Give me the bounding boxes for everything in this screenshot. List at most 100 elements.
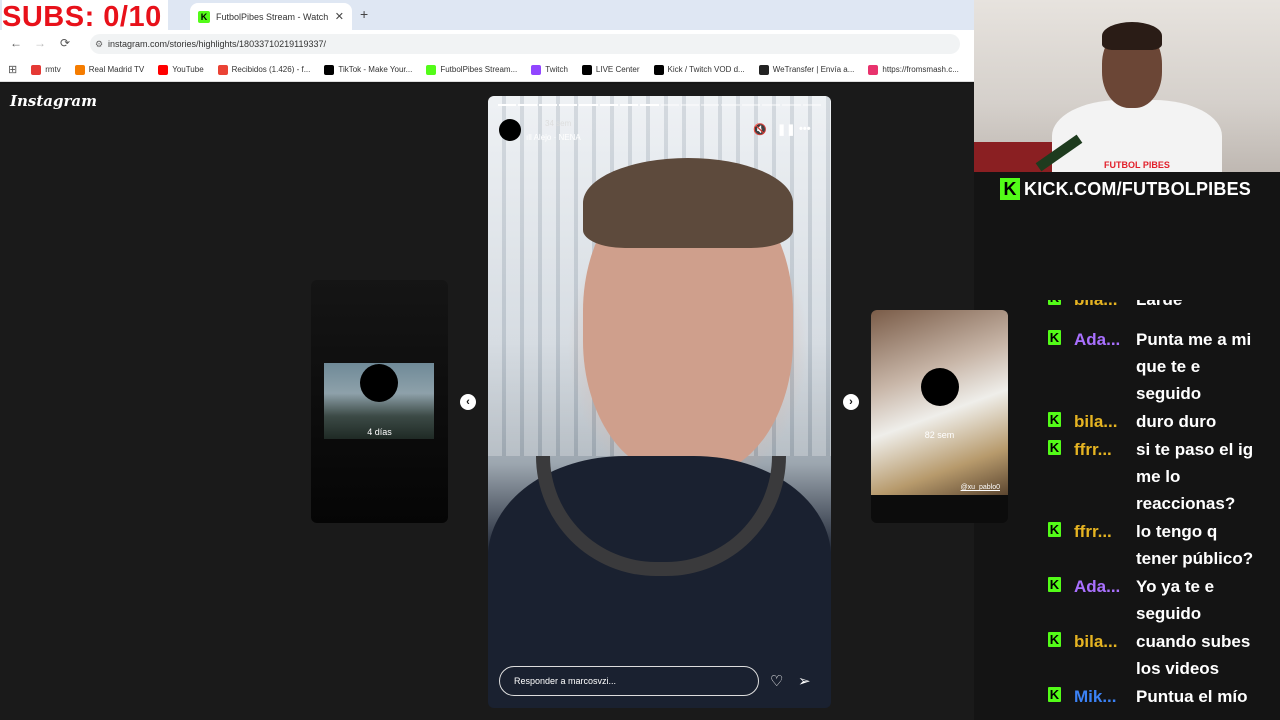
subs-counter: SUBS: 0/10: [2, 0, 168, 34]
browser-window: K FutbolPibes Stream - Watch Live ✕ + ← …: [0, 0, 1008, 720]
back-button[interactable]: ←: [10, 36, 22, 50]
bookmark-favicon-icon: [426, 64, 437, 75]
story-progress-segment: [701, 104, 720, 106]
next-story-age: 82 sem: [924, 430, 955, 440]
chat-text-line: si te paso el ig: [1136, 440, 1254, 459]
bookmark-favicon-icon: [581, 64, 592, 75]
kick-favicon-icon: K: [198, 10, 210, 23]
music-bars-icon: ıll: [526, 133, 534, 142]
bookmark-favicon-icon: [868, 64, 879, 75]
bookmark-item[interactable]: Real Madrid TV: [74, 64, 145, 75]
chat-username[interactable]: bila...: [1074, 300, 1117, 313]
chat-text-line: seguido: [1136, 384, 1202, 403]
story-progress-segment: [558, 104, 578, 106]
bookmark-label: Real Madrid TV: [88, 65, 145, 74]
chat-username[interactable]: bila...: [1074, 408, 1117, 435]
url-field[interactable]: ⚙ instagram.com/stories/highlights/18033…: [90, 34, 960, 54]
bookmarks-bar: ⊞ rmtv Real Madrid TV YouTube Recibidos (1.…: [0, 58, 974, 82]
bookmark-label: LIVE Center: [595, 65, 640, 74]
bookmark-item[interactable]: https://fromsmash.c...: [868, 64, 959, 75]
kick-badge-icon: K: [1048, 440, 1061, 455]
kick-badge-icon: K: [1048, 632, 1061, 647]
next-story-preview[interactable]: 82 sem @xu_pablo0: [871, 310, 1008, 523]
bookmark-favicon-icon: [324, 64, 335, 75]
reply-input[interactable]: Responder a marcosvzi...: [499, 666, 759, 696]
story-viewer: 34 sem ıll Alejo · NENA 🔇 ❚❚ ••• Respond…: [488, 96, 831, 708]
story-progress-segment: [741, 104, 761, 106]
bookmark-item[interactable]: TikTok - Make Your...: [324, 64, 412, 75]
story-progress-segment: [660, 104, 679, 106]
tab-title: FutbolPibes Stream - Watch Live: [216, 11, 329, 22]
next-story-button[interactable]: ›: [843, 394, 859, 410]
chat-text-line: seguido: [1136, 604, 1202, 623]
chat-text-line: cuando subes: [1136, 632, 1251, 651]
chat-text: Larde: [1136, 300, 1276, 313]
story-progress-segment: [721, 104, 740, 106]
story-progress-segment: [579, 104, 598, 106]
apps-grid-icon[interactable]: ⊞: [8, 63, 17, 76]
bookmark-favicon-icon: [217, 64, 228, 75]
bookmark-favicon-icon: [531, 64, 542, 75]
bookmark-favicon-icon: [158, 64, 169, 75]
chat-username[interactable]: ffrr...: [1074, 518, 1112, 545]
more-options-icon[interactable]: •••: [799, 123, 811, 135]
shirt-logo-text: FUTBOL PIBES: [1104, 160, 1170, 170]
bookmark-item[interactable]: LIVE Center: [581, 64, 640, 75]
chat-username[interactable]: bila...: [1074, 628, 1117, 655]
like-heart-icon[interactable]: ♡: [770, 672, 783, 690]
kick-badge-icon: K: [1048, 330, 1061, 345]
chat-text: si te paso el ig me lo reaccionas?: [1136, 436, 1276, 517]
bookmark-item[interactable]: YouTube: [158, 64, 204, 75]
bookmark-label: FutbolPibes Stream...: [440, 65, 518, 74]
pause-icon[interactable]: ❚❚: [777, 123, 795, 136]
webcam-feed: FUTBOL PIBES: [974, 0, 1280, 172]
chat-text: Yo ya te e seguido: [1136, 573, 1276, 627]
kick-banner-text: KICK.COM/FUTBOLPIBES: [1024, 178, 1251, 199]
story-music-label[interactable]: ıll Alejo · NENA: [526, 133, 581, 142]
chat-text-line: me lo: [1136, 467, 1181, 486]
bookmark-item[interactable]: Recibidos (1.426) - f...: [217, 64, 311, 75]
chat-text-line: los videos: [1136, 659, 1220, 678]
chat-username[interactable]: Ada...: [1074, 326, 1120, 353]
previous-story-preview[interactable]: 4 días: [311, 280, 448, 523]
bookmark-item[interactable]: WeTransfer | Envía a...: [758, 64, 854, 75]
send-icon[interactable]: ➢: [798, 672, 811, 690]
screen: { "overlay": { "subs_counter": "SUBS: 0/…: [0, 0, 1280, 720]
story-progress-segment: [680, 104, 700, 106]
mute-icon[interactable]: 🔇: [753, 123, 767, 136]
chat-text-line: reaccionas?: [1136, 494, 1236, 513]
kick-banner: K KICK.COM/FUTBOLPIBES: [974, 172, 1280, 206]
chat-message: Kbila... cuando subes los videos: [1040, 628, 1280, 682]
forward-button[interactable]: →: [34, 36, 46, 50]
instagram-page: Instagram 4 días ‹ 34 sem ıll Alejo · NE…: [0, 84, 1008, 720]
story-photo-hair: [583, 158, 793, 248]
next-story-handle: @xu_pablo0: [960, 484, 1000, 491]
reload-button[interactable]: ⟳: [60, 36, 70, 50]
kick-badge-icon: K: [1048, 687, 1061, 702]
chat-username[interactable]: Ada...: [1074, 573, 1120, 600]
bookmark-label: Kick / Twitch VOD d...: [667, 65, 745, 74]
tab-futbolpibes[interactable]: K FutbolPibes Stream - Watch Live ✕: [190, 3, 352, 30]
site-info-icon[interactable]: ⚙: [95, 34, 103, 54]
chat-panel: K bila... Larde K Ada... Punta me a mi que …: [1040, 300, 1280, 720]
bookmark-item[interactable]: FutbolPibes Stream...: [426, 64, 518, 75]
story-progress-segment: [762, 104, 781, 106]
new-tab-button[interactable]: +: [360, 6, 368, 22]
bookmark-item[interactable]: Twitch: [531, 64, 568, 75]
chat-text-line: Yo ya te e: [1136, 577, 1215, 596]
bookmark-label: Recibidos (1.426) - f...: [231, 65, 311, 74]
bookmark-item[interactable]: Kick / Twitch VOD d...: [653, 64, 745, 75]
close-tab-icon[interactable]: ✕: [335, 10, 344, 23]
bookmark-item[interactable]: rmtv: [31, 64, 61, 75]
bookmark-favicon-icon: [74, 64, 85, 75]
story-author-avatar[interactable]: [499, 119, 521, 141]
chat-text-line: lo tengo q: [1136, 522, 1218, 541]
previous-story-button[interactable]: ‹: [460, 394, 476, 410]
instagram-logo[interactable]: Instagram: [10, 92, 97, 110]
kick-badge-icon: K: [1048, 412, 1061, 427]
bookmark-label: rmtv: [45, 65, 61, 74]
chat-username[interactable]: Mik...: [1074, 683, 1117, 710]
chat-username[interactable]: ffrr...: [1074, 436, 1112, 463]
chat-message: Kffrr... si te paso el ig me lo reaccionas?: [1040, 436, 1280, 517]
previous-story-avatar: [360, 364, 398, 402]
